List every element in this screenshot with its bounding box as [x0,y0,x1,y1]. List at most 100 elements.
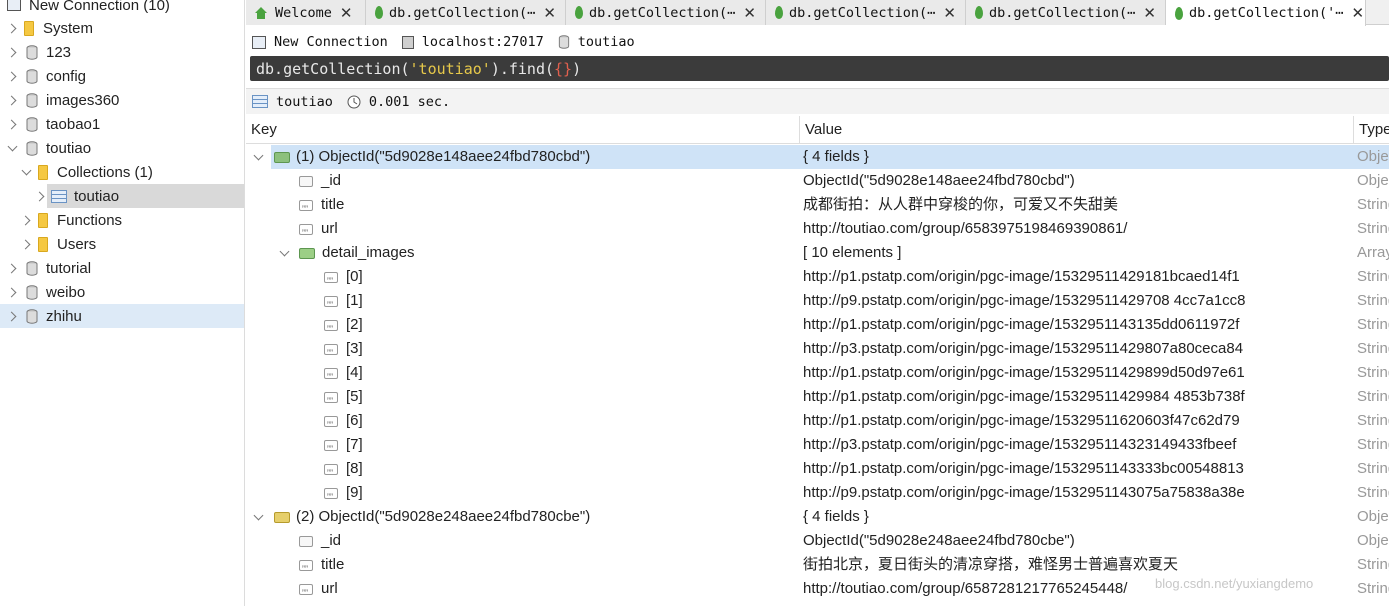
folder-icon [24,20,34,36]
table-row[interactable]: detail_images [ 10 elements ] Array [246,241,1389,265]
table-row[interactable]: title 成都街拍：从人群中穿梭的你，可爱又不失甜美 String [246,193,1389,221]
tree-item-db-taobao1[interactable]: taobao1 [0,112,244,136]
row-key: [2] [346,316,363,333]
tab-label: db.getCollection('⋯ [1189,5,1344,21]
row-type: String [1357,556,1389,573]
tab-query-3[interactable]: db.getCollection(⋯ ✕ [766,0,966,25]
tree-item-db-zhihu[interactable]: zhihu [0,304,244,328]
tree-item-label: zhihu [46,307,82,325]
tab-query-2[interactable]: db.getCollection(⋯ ✕ [566,0,766,25]
string-field-icon [324,341,338,365]
row-key: [8] [346,460,363,477]
chevron-right-icon[interactable] [20,238,32,250]
row-type: Object [1357,508,1389,525]
folder-icon [38,236,48,252]
table-row[interactable]: [2] http://p1.pstatp.com/origin/pgc-imag… [246,313,1389,341]
query-middle: ).find( [490,59,555,78]
row-key: [6] [346,412,363,429]
tree-item-db-weibo[interactable]: weibo [0,280,244,304]
close-icon[interactable]: ✕ [1143,4,1156,22]
row-key: (2) ObjectId("5d9028e248aee24fbd780cbe") [296,508,591,525]
tree-item-db-images360[interactable]: images360 [0,88,244,112]
table-row[interactable]: [8] http://p1.pstatp.com/origin/pgc-imag… [246,457,1389,485]
database-icon [558,35,569,49]
tree-item-system[interactable]: System [0,16,244,40]
tab-bar: Welcome ✕ db.getCollection(⋯ ✕ db.getCol… [246,0,1389,26]
row-key: _id [321,172,342,189]
tree-item-collections[interactable]: Collections (1) [0,160,244,184]
result-tree-grid: Key Value Type (1) ObjectId("5d9028e148a… [246,116,1389,606]
chevron-down-icon[interactable] [252,511,264,523]
tree-item-label: tutorial [46,259,92,277]
tree-item-label: Collections (1) [57,163,153,181]
chevron-right-icon[interactable] [6,118,18,130]
tree-item-label: System [43,19,94,37]
string-field-icon [324,293,338,317]
chevron-right-icon[interactable] [6,94,18,106]
chevron-right-icon[interactable] [34,190,46,202]
chevron-down-icon[interactable] [278,247,290,259]
table-row[interactable]: [7] http://p3.pstatp.com/origin/pgc-imag… [246,433,1389,461]
column-header-value[interactable]: Value [800,116,1354,144]
column-header-key[interactable]: Key [246,116,800,144]
database-icon [26,44,38,60]
collection-table-icon [252,95,268,108]
row-value: http://p1.pstatp.com/origin/pgc-image/15… [803,388,1245,405]
table-row[interactable]: [1] http://p9.pstatp.com/origin/pgc-imag… [246,289,1389,317]
tree-item-users[interactable]: Users [0,232,244,256]
tab-query-4[interactable]: db.getCollection(⋯ ✕ [966,0,1166,25]
tree-item-db-toutiao[interactable]: toutiao [0,136,244,160]
table-row[interactable]: [6] http://p1.pstatp.com/origin/pgc-imag… [246,409,1389,437]
tab-label: db.getCollection(⋯ [389,4,536,21]
string-field-icon [324,365,338,389]
string-field-icon [299,581,313,605]
column-header-type[interactable]: Type [1354,116,1389,144]
string-field-icon [324,269,338,293]
chevron-right-icon[interactable] [20,214,32,226]
chevron-down-icon[interactable] [20,166,32,178]
row-key: title [321,556,345,573]
tree-root-connection[interactable]: New Connection (10) [0,0,244,17]
table-row[interactable]: _id ObjectId("5d9028e148aee24fbd780cbd")… [246,169,1389,193]
close-icon[interactable]: ✕ [1351,4,1364,22]
row-type: String [1357,292,1389,309]
table-row[interactable]: [5] http://p1.pstatp.com/origin/pgc-imag… [246,385,1389,413]
table-row[interactable]: [4] http://p1.pstatp.com/origin/pgc-imag… [246,361,1389,389]
tree-item-db-123[interactable]: 123 [0,40,244,64]
table-row[interactable]: url http://toutiao.com/group/65839751984… [246,217,1389,245]
close-icon[interactable]: ✕ [543,4,556,22]
tree-item-db-tutorial[interactable]: tutorial [0,256,244,280]
mongo-leaf-icon [375,6,383,19]
chevron-right-icon[interactable] [6,286,18,298]
tree-item-db-config[interactable]: config [0,64,244,88]
tab-welcome[interactable]: Welcome ✕ [246,0,366,25]
chevron-down-icon[interactable] [6,142,18,154]
row-value: ObjectId("5d9028e248aee24fbd780cbe") [803,532,1075,549]
table-row[interactable]: [9] http://p9.pstatp.com/origin/pgc-imag… [246,481,1389,509]
chevron-right-icon[interactable] [6,70,18,82]
chevron-down-icon[interactable] [252,151,264,163]
close-icon[interactable]: ✕ [943,4,956,22]
tab-query-1[interactable]: db.getCollection(⋯ ✕ [366,0,566,25]
close-icon[interactable]: ✕ [340,4,353,22]
row-type: String [1357,388,1389,405]
query-editor[interactable]: db.getCollection('toutiao').find({}) [250,56,1389,81]
table-row[interactable]: _id ObjectId("5d9028e248aee24fbd780cbe")… [246,529,1389,553]
table-row[interactable]: title 街拍北京，夏日街头的清凉穿搭，难怪男士普遍喜欢夏天 String [246,553,1389,581]
table-row[interactable]: (2) ObjectId("5d9028e248aee24fbd780cbe")… [246,505,1389,529]
database-icon [26,68,38,84]
row-key: [0] [346,268,363,285]
table-row[interactable]: (1) ObjectId("5d9028e148aee24fbd780cbd")… [246,145,1389,169]
chevron-right-icon[interactable] [6,262,18,274]
tree-item-functions[interactable]: Functions [0,208,244,232]
table-row[interactable]: [3] http://p3.pstatp.com/origin/pgc-imag… [246,337,1389,365]
string-field-icon [324,437,338,461]
chevron-right-icon[interactable] [6,22,18,34]
tab-query-active[interactable]: db.getCollection('⋯ ✕ [1166,0,1366,26]
watermark-text: blog.csdn.net/yuxiangdemo [1155,576,1314,591]
tree-item-collection-toutiao[interactable]: toutiao [47,184,244,208]
table-row[interactable]: [0] http://p1.pstatp.com/origin/pgc-imag… [246,265,1389,293]
close-icon[interactable]: ✕ [743,4,756,22]
chevron-right-icon[interactable] [6,46,18,58]
chevron-right-icon[interactable] [6,310,18,322]
